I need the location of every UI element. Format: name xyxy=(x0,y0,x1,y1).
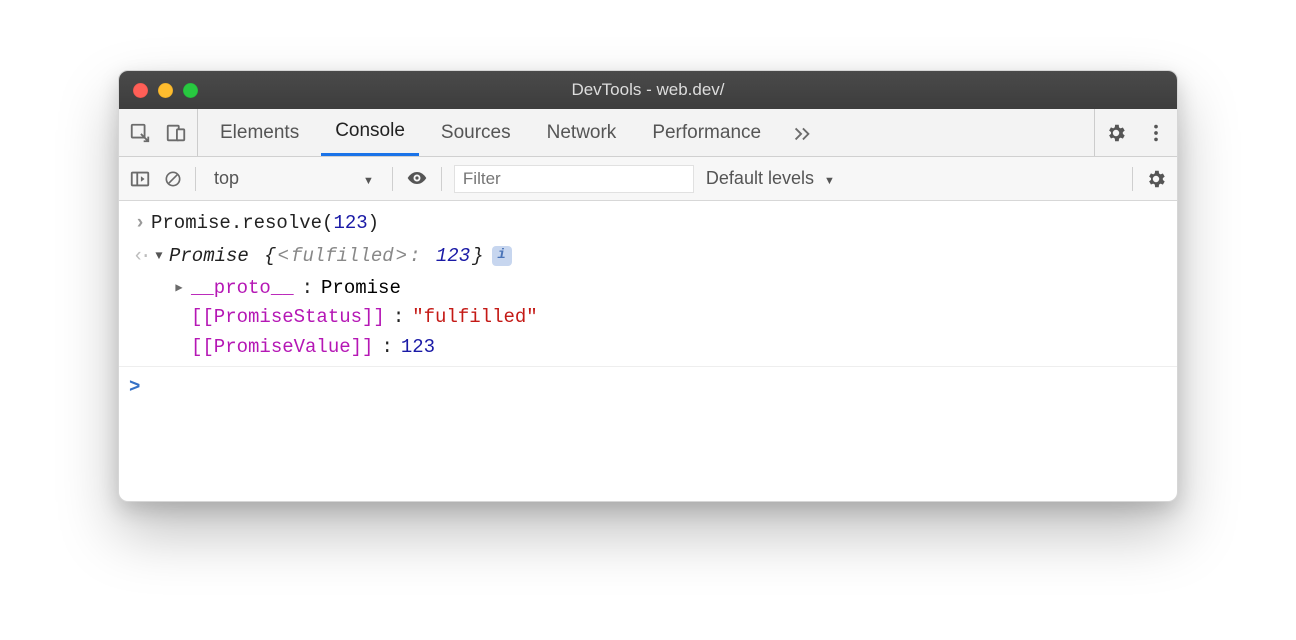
console-settings-icon[interactable] xyxy=(1145,168,1167,190)
expand-icon[interactable] xyxy=(171,278,187,300)
tab-sources[interactable]: Sources xyxy=(427,109,525,156)
device-toolbar-icon[interactable] xyxy=(165,122,187,144)
tree-value[interactable]: [[PromiseValue]] : 123 xyxy=(141,333,1177,362)
console-prompt[interactable]: > xyxy=(119,366,1177,416)
live-expression-icon[interactable] xyxy=(405,167,429,191)
result-type: Promise xyxy=(169,242,249,271)
result-state: fulfilled xyxy=(291,242,394,271)
toggle-sidebar-icon[interactable] xyxy=(129,168,151,190)
angle: < xyxy=(278,242,289,271)
blank-area xyxy=(119,417,1177,497)
kebab-menu-icon[interactable] xyxy=(1145,122,1167,144)
window-controls xyxy=(119,83,198,98)
devtools-window: DevTools - web.dev/ Elements Console Sou… xyxy=(118,70,1178,502)
chevron-down-icon xyxy=(359,168,374,189)
brace xyxy=(251,242,262,271)
more-tabs-icon[interactable] xyxy=(791,122,813,144)
proto-value: Promise xyxy=(321,274,401,303)
input-marker-icon xyxy=(129,209,151,238)
colon: : xyxy=(302,274,313,303)
titlebar: DevTools - web.dev/ xyxy=(119,71,1177,109)
console-output: Promise.resolve(123) Promise { < fulfill… xyxy=(119,201,1177,501)
proto-key: __proto__ xyxy=(191,274,294,303)
tab-performance[interactable]: Performance xyxy=(638,109,775,156)
value-value: 123 xyxy=(401,333,435,362)
console-result[interactable]: Promise { < fulfilled > : 123 } i xyxy=(119,240,1177,273)
close-window-icon[interactable] xyxy=(133,83,148,98)
internal-key: [[PromiseStatus]] xyxy=(191,303,385,332)
tab-label: Console xyxy=(335,120,405,142)
context-label: top xyxy=(214,168,239,189)
colon: : xyxy=(381,333,392,362)
brace: { xyxy=(264,242,275,271)
code-text: ) xyxy=(368,212,379,234)
tab-label: Sources xyxy=(441,122,511,144)
result-value: 123 xyxy=(436,242,470,271)
tab-label: Performance xyxy=(652,122,761,144)
tab-label: Elements xyxy=(220,122,299,144)
info-icon[interactable]: i xyxy=(492,246,512,266)
tree-status[interactable]: [[PromiseStatus]] : "fulfilled" xyxy=(141,303,1177,332)
colon: : xyxy=(393,303,404,332)
object-tree: __proto__ : Promise [[PromiseStatus]] : … xyxy=(119,274,1177,362)
filter-input[interactable] xyxy=(454,165,694,193)
tab-label: Network xyxy=(547,122,617,144)
settings-icon[interactable] xyxy=(1105,122,1127,144)
execution-context-select[interactable]: top xyxy=(208,168,380,189)
angle: > xyxy=(396,242,407,271)
clear-console-icon[interactable] xyxy=(163,169,183,189)
tab-network[interactable]: Network xyxy=(533,109,631,156)
status-value: "fulfilled" xyxy=(412,303,537,332)
code-number: 123 xyxy=(333,212,367,234)
brace: } xyxy=(472,242,483,271)
tree-proto[interactable]: __proto__ : Promise xyxy=(141,274,1177,303)
minimize-window-icon[interactable] xyxy=(158,83,173,98)
console-toolbar: top Default levels xyxy=(119,157,1177,201)
console-input-echo[interactable]: Promise.resolve(123) xyxy=(119,207,1177,240)
chevron-down-icon xyxy=(820,168,835,189)
window-title: DevTools - web.dev/ xyxy=(119,80,1177,100)
code-text: Promise.resolve( xyxy=(151,212,333,234)
prompt-marker-icon: > xyxy=(129,373,140,402)
internal-key: [[PromiseValue]] xyxy=(191,333,373,362)
log-levels-select[interactable]: Default levels xyxy=(706,168,835,189)
panel-tabs: Elements Console Sources Network Perform… xyxy=(119,109,1177,157)
colon: : xyxy=(409,242,420,271)
levels-label: Default levels xyxy=(706,168,814,189)
output-marker-icon xyxy=(129,242,151,271)
tab-console[interactable]: Console xyxy=(321,109,419,156)
collapse-icon[interactable] xyxy=(151,246,167,268)
inspect-element-icon[interactable] xyxy=(129,122,151,144)
tab-elements[interactable]: Elements xyxy=(206,109,313,156)
zoom-window-icon[interactable] xyxy=(183,83,198,98)
